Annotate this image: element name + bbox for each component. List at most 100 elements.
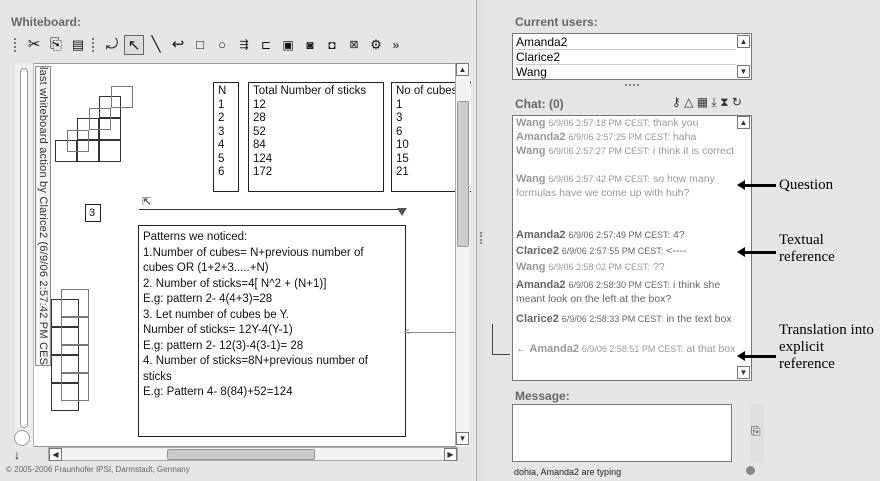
chat-user: Wang: [516, 145, 546, 157]
chat-message: Wang 6/9/06 2:57:18 PM CEST: thank you: [516, 116, 736, 130]
number-box[interactable]: 3: [85, 204, 101, 222]
chat-timestamp: 6/9/06 2:57:27 PM CEST:: [548, 146, 651, 156]
chat-timestamp: 6/9/06 2:58:51 PM CEST:: [581, 344, 684, 354]
lasso-icon[interactable]: ⤾: [102, 35, 122, 55]
scroll-up-icon[interactable]: ▲: [737, 35, 750, 48]
pointer-icon[interactable]: ↖: [124, 35, 144, 55]
chat-text: thank you: [652, 117, 699, 129]
message-label: Message:: [515, 389, 570, 403]
chat-message: Amanda2 6/9/06 2:57:25 PM CEST: haha: [516, 130, 736, 144]
scroll-down-icon[interactable]: ▼: [737, 366, 750, 379]
cell-value: 12: [253, 98, 266, 111]
cut-icon[interactable]: ✂: [24, 35, 44, 55]
paste-icon[interactable]: ▤: [68, 35, 88, 55]
chat-text: 4?: [672, 229, 685, 241]
chat-user: Wang: [516, 173, 546, 185]
rectangle-icon[interactable]: □: [190, 35, 210, 55]
pattern-line: 1.Number of cubes= N+previous number of: [143, 246, 364, 259]
users-label: Current users:: [515, 15, 598, 29]
chat-text: ??: [652, 261, 665, 273]
scroll-right-icon[interactable]: ▶: [444, 448, 457, 461]
bell-icon[interactable]: △: [684, 95, 693, 109]
pattern-line: E.g: Pattern 4- 8(84)+52=124: [143, 386, 293, 398]
typing-status: dohia, Amanda2 are typing: [514, 467, 622, 477]
chat-user: Clarice2: [516, 245, 559, 257]
canvas-vertical-scrollbar[interactable]: ▲ ▼: [455, 63, 470, 447]
scroll-down-icon[interactable]: ▼: [456, 432, 469, 445]
callout-arrow-line: [742, 184, 776, 187]
callout-arrowhead-icon: [737, 180, 745, 190]
patterns-text-box[interactable]: Patterns we noticed: 1.Number of cubes= N…: [138, 225, 406, 437]
send-icon[interactable]: ⎘: [751, 424, 761, 439]
cube-shape: [61, 289, 89, 317]
n-column-box[interactable]: N 123456: [213, 82, 239, 192]
scroll-up-icon[interactable]: ▲: [737, 116, 750, 129]
image-icon[interactable]: ▣: [278, 35, 298, 55]
chat-timestamp: 6/9/06 2:57:25 PM CEST:: [568, 132, 671, 142]
message-input[interactable]: [512, 404, 732, 462]
print-icon[interactable]: ▦: [697, 95, 708, 109]
pattern-line: E.g: pattern 2- 4(4+3)=28: [143, 293, 273, 305]
whiteboard-title: Whiteboard:: [11, 15, 81, 29]
connector-icon[interactable]: ⇶: [234, 35, 254, 55]
hourglass-icon[interactable]: ⧗: [720, 95, 728, 109]
n-header: N: [218, 85, 227, 97]
chat-text: i think it is correct: [652, 145, 735, 157]
download-icon[interactable]: ↓: [14, 448, 20, 462]
line-icon[interactable]: ╲: [146, 35, 166, 55]
scroll-left-icon[interactable]: ◀: [49, 448, 62, 461]
user-item[interactable]: Amanda2: [516, 35, 736, 50]
save-icon[interactable]: ⤓: [711, 95, 716, 109]
more-icon[interactable]: »: [386, 35, 406, 55]
zoom-slider-knob[interactable]: [14, 430, 30, 446]
key-icon[interactable]: ⚷: [672, 95, 681, 109]
pattern-line: E.g: pattern 2- 12(3)-4(3-1)= 28: [143, 339, 304, 352]
pattern-line: sticks: [143, 370, 172, 383]
cell-value: 28: [253, 112, 266, 124]
chat-message-list[interactable]: ▲ ▼ Wang 6/9/06 2:57:18 PM CEST: thank y…: [512, 115, 752, 381]
whiteboard-canvas[interactable]: 3 N 123456 Total Number of sticks 12 28 52…: [14, 63, 471, 447]
scroll-up-icon[interactable]: ▲: [456, 63, 469, 76]
chat-timestamp: 6/9/06 2:57:18 PM CEST:: [548, 118, 651, 128]
reference-arrow-icon: <: [404, 327, 410, 338]
cube-shape: [61, 345, 89, 373]
scroll-down-icon[interactable]: ▼: [737, 65, 750, 78]
chat-timestamp: 6/9/06 2:57:55 PM CEST:: [561, 246, 664, 256]
chat-user: Amanda2: [529, 343, 579, 355]
cell-value: 1: [218, 98, 225, 111]
reference-connector-line: [492, 354, 510, 355]
scroll-thumb[interactable]: [167, 449, 315, 460]
toolbar-grip: [92, 38, 96, 52]
canvas-horizontal-scrollbar[interactable]: ◀ ▶: [48, 447, 458, 461]
chat-user: Wang: [516, 117, 546, 129]
graph-icon[interactable]: ⊠: [344, 35, 364, 55]
callout-arrow-line: [742, 251, 776, 254]
chat-user: Amanda2: [516, 279, 566, 291]
text-box-icon[interactable]: ⊏: [256, 35, 276, 55]
chat-user: Clarice2: [516, 313, 559, 325]
user-list[interactable]: Amanda2 Clarice2 Wang ▲ ▼: [512, 33, 752, 80]
refresh-icon[interactable]: ↻: [732, 95, 742, 109]
chat-message: Wang 6/9/06 2:57:42 PM CEST: so how many…: [516, 172, 736, 200]
cube-shape: [111, 86, 133, 108]
chat-message: Wang 6/9/06 2:57:27 PM CEST: i think it …: [516, 144, 736, 158]
screenshot-icon[interactable]: ◘: [322, 35, 342, 55]
user-item[interactable]: Wang: [516, 65, 736, 80]
chat-message: ← Amanda2 6/9/06 2:58:51 PM CEST: at tha…: [516, 342, 736, 356]
freehand-icon[interactable]: ↩: [168, 35, 188, 55]
pattern-line: 4. Number of sticks=8N+previous number o…: [143, 355, 368, 367]
cell-value: 84: [253, 139, 266, 151]
zoom-slider[interactable]: [14, 63, 34, 447]
settings-icon[interactable]: ⚙: [366, 35, 386, 55]
chat-message: Clarice2 6/9/06 2:58:33 PM CEST: in the …: [516, 312, 736, 326]
sticks-column-box[interactable]: Total Number of sticks 12 28 52 84 124 172: [248, 82, 384, 192]
user-item[interactable]: Clarice2: [516, 50, 736, 65]
chat-timestamp: 6/9/06 2:58:33 PM CEST:: [561, 314, 664, 324]
copy-icon[interactable]: ⎘: [46, 35, 66, 55]
zoom-slider-track[interactable]: [20, 68, 28, 428]
scroll-thumb[interactable]: [457, 101, 469, 247]
reference-pointer-icon: [397, 208, 407, 216]
embed-icon[interactable]: ◙: [300, 35, 320, 55]
ellipse-icon[interactable]: ○: [212, 35, 232, 55]
splitter-grip-icon[interactable]: [625, 84, 639, 86]
